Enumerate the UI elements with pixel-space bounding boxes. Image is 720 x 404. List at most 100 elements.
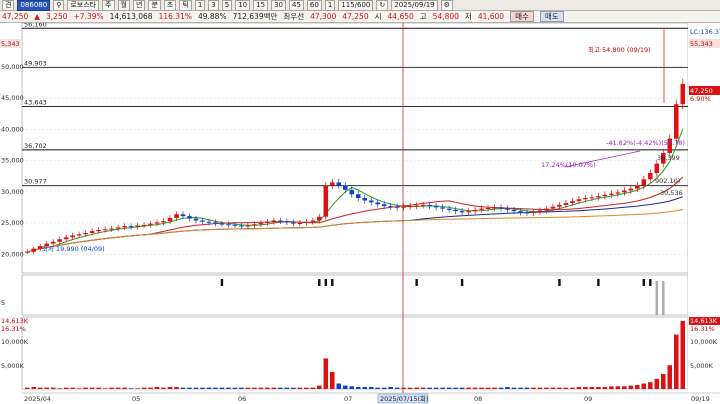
candle (609, 193, 614, 195)
candle (589, 197, 595, 199)
candle (323, 185, 329, 217)
period-second[interactable]: 초 (163, 0, 177, 11)
support-line-label: 30,977 (24, 178, 47, 186)
low-annotation: 최저 19,990 (04/09) (42, 244, 105, 253)
candle (635, 185, 640, 189)
candle (245, 225, 251, 227)
price-panel[interactable] (21, 23, 689, 274)
interval-custom[interactable]: 1 (324, 0, 336, 11)
volume-bar (673, 334, 679, 389)
candle (433, 206, 439, 208)
count-field[interactable]: 115/600 (338, 0, 374, 11)
volume-bar (557, 387, 562, 389)
candle (291, 222, 296, 224)
period-minute[interactable]: 분 (148, 0, 161, 11)
candle (252, 224, 257, 226)
stock-code-input[interactable]: 086080 (17, 0, 51, 11)
high-label: 고 (419, 12, 427, 21)
volume-bar (381, 387, 387, 389)
interval-60[interactable]: 60 (306, 0, 322, 11)
stock-name[interactable]: 로보스타 (67, 0, 100, 11)
candle (304, 221, 309, 223)
interval-10[interactable]: 10 (235, 0, 251, 11)
volume-bar (544, 387, 549, 389)
volume-bar (342, 385, 348, 389)
period-tick[interactable]: 틱 (179, 0, 192, 11)
volume-bar (628, 385, 634, 389)
gear-icon[interactable]: ⚙ (440, 0, 453, 11)
candle (381, 204, 387, 207)
candle (128, 226, 134, 228)
interval-1[interactable]: 1 (194, 0, 206, 11)
view-toggle[interactable]: 견 (2, 0, 15, 11)
candle (472, 209, 478, 212)
candle (427, 204, 432, 207)
volume-bar (122, 387, 127, 389)
volume-tick-10000: 10,000K (1, 338, 29, 346)
price-change: 3,250 (46, 12, 68, 21)
interval-30[interactable]: 30 (271, 0, 286, 11)
period-week[interactable]: 주 (102, 0, 115, 11)
candle (232, 224, 238, 226)
sell-button[interactable]: 매도 (539, 11, 564, 22)
buy-button[interactable]: 매수 (510, 11, 534, 22)
refresh-icon[interactable]: ↻ (376, 0, 389, 11)
signal-y-label: 5 (1, 299, 5, 307)
volume-bar (420, 387, 426, 389)
volume: 14,613,068 (109, 12, 153, 21)
candle (200, 220, 205, 222)
candle (557, 204, 562, 207)
volume-bar (252, 387, 257, 389)
volume-bar (680, 321, 686, 389)
volume-right-label: 14,613K (690, 317, 718, 325)
high-price: 54,800 (432, 12, 459, 21)
candle (122, 226, 127, 228)
interval-15[interactable]: 15 (253, 0, 269, 11)
candle (135, 225, 140, 227)
volume-bar (375, 387, 380, 389)
volume-bar (245, 387, 251, 389)
candle (622, 190, 627, 193)
volume-bar (654, 378, 660, 389)
signal-marker (331, 279, 334, 286)
candle (265, 221, 270, 223)
interval-45[interactable]: 45 (288, 0, 304, 11)
candle (570, 201, 575, 203)
period-month[interactable]: 월 (117, 0, 130, 11)
volume-bar (446, 387, 452, 389)
candle (407, 206, 413, 208)
bid-price: 47,300 (310, 12, 337, 21)
date-field[interactable]: 2025/09/19 (391, 0, 438, 11)
volume-bar (524, 387, 530, 389)
candle (511, 209, 517, 212)
volume-top-label: 14,613K (1, 317, 29, 325)
volume-bar (589, 386, 595, 389)
volume-bar (63, 387, 69, 389)
candle (148, 223, 153, 225)
volume-bar (648, 382, 653, 389)
volume-bar (265, 387, 270, 389)
volume-right-tick-10000: 10,000K (690, 338, 718, 346)
search-icon[interactable]: ⚲ (53, 0, 65, 11)
volume-bar (537, 387, 543, 389)
candle (375, 202, 380, 205)
volume-bar (310, 387, 316, 389)
candle (258, 223, 264, 225)
signal-marker (662, 281, 665, 315)
volume-bar (615, 386, 621, 389)
support-line-label: 43,643 (24, 98, 47, 106)
volume-bar (102, 388, 108, 389)
stock-chart[interactable]: 56,16049,90343,64336,70230,977 50,00050,… (0, 23, 720, 404)
open-price: 44,650 (387, 12, 414, 21)
candle (602, 194, 608, 197)
interval-3[interactable]: 3 (208, 0, 219, 11)
interval-5[interactable]: 5 (221, 0, 233, 11)
volume-bar (161, 387, 166, 389)
candle (167, 218, 173, 222)
period-year[interactable]: 년 (133, 0, 146, 11)
candle (349, 189, 355, 195)
candle (563, 203, 569, 205)
volume-bar (453, 387, 458, 389)
signal-marker (220, 279, 224, 286)
volume-pct-label: 16.31% (1, 325, 26, 333)
